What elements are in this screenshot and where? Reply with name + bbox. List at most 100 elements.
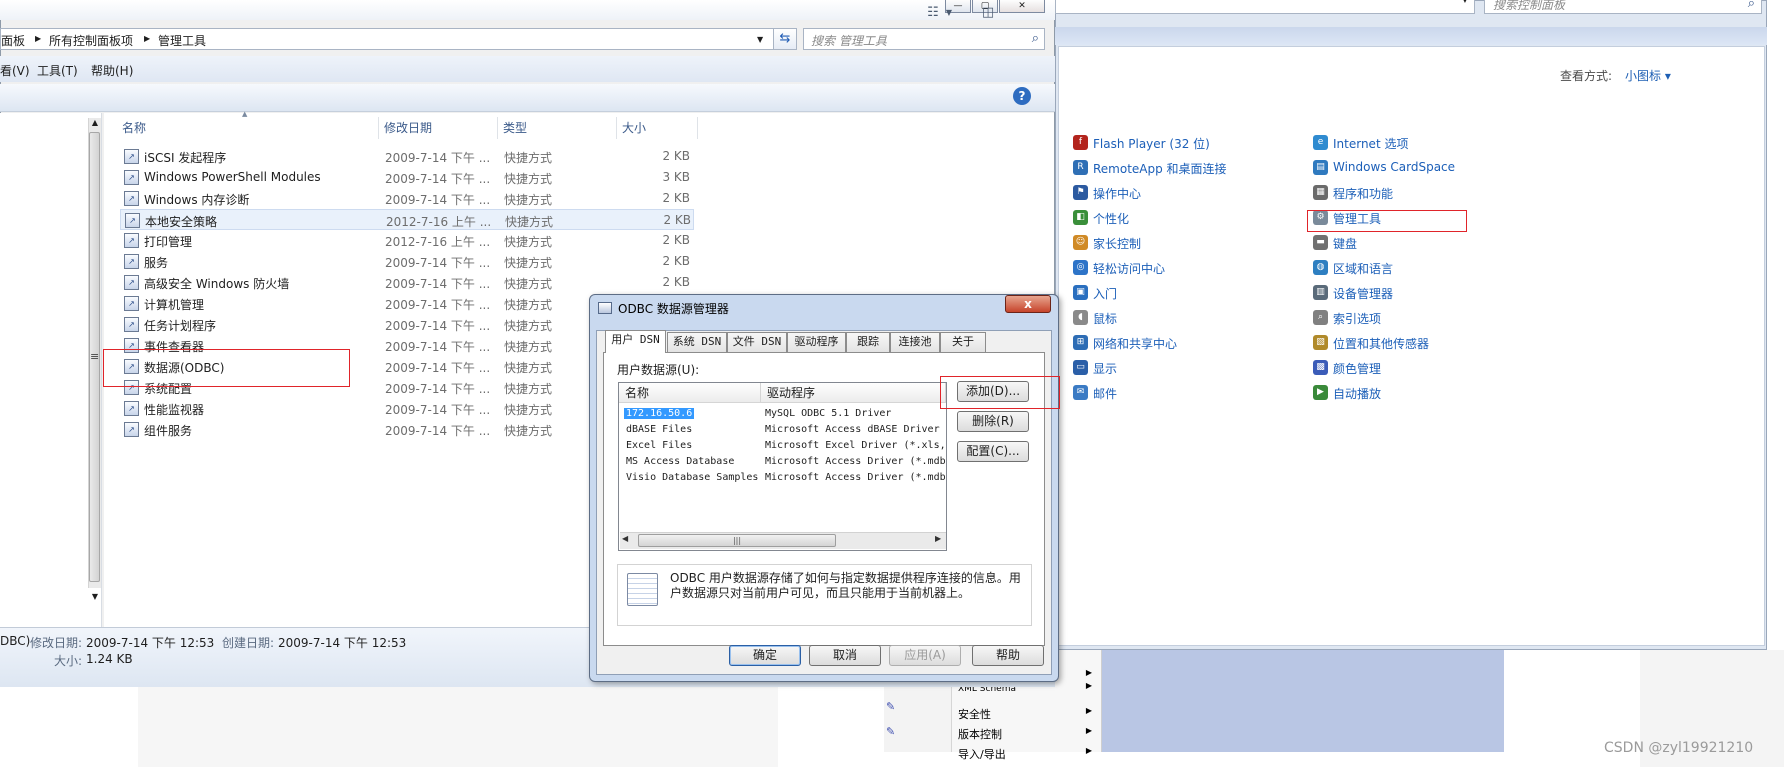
control-panel-item-label: Flash Player (32 位) xyxy=(1093,137,1210,151)
menu-help[interactable]: 帮助(H) xyxy=(91,62,133,79)
table-row[interactable]: ↗ iSCSI 发起程序 2009-7-14 下午 ... 快捷方式 2 KB xyxy=(120,146,694,167)
tab-user-dsn[interactable]: 用户 DSN xyxy=(605,330,666,353)
dialog-close-button[interactable]: x xyxy=(1005,295,1051,313)
control-panel-item-icon: ◧ xyxy=(1073,210,1088,225)
tab-file-dsn[interactable]: 文件 DSN xyxy=(727,332,787,352)
file-type: 快捷方式 xyxy=(504,298,553,312)
configure-button[interactable]: 配置(C)... xyxy=(957,441,1029,462)
dsn-row[interactable]: Excel Files Microsoft Excel Driver (*.xls… xyxy=(620,438,946,454)
context-menu-item[interactable]: 导入/导出 ▶ xyxy=(958,746,1098,764)
search-placeholder: 搜索控制面板 xyxy=(1493,0,1566,12)
remove-button[interactable]: 删除(R) xyxy=(957,411,1029,432)
file-size: 2 KB xyxy=(662,191,690,205)
file-size: 2 KB xyxy=(662,149,690,163)
dsn-column-name[interactable]: 名称 xyxy=(619,383,761,403)
address-bar[interactable]: 面板 ▶ 所有控制面板项 ▶ 管理工具 xyxy=(0,28,792,50)
odbc-icon xyxy=(598,302,612,314)
context-menu-item[interactable]: 安全性 ▶ xyxy=(958,706,1098,724)
scroll-down-icon[interactable]: ▼ xyxy=(89,592,101,601)
control-panel-item-label: RemoteApp 和桌面连接 xyxy=(1093,162,1227,176)
table-row[interactable]: ↗ Windows PowerShell Modules 2009-7-14 下午 … xyxy=(120,167,694,188)
control-panel-item-icon: ▶ xyxy=(1313,385,1328,400)
breadcrumb-separator-icon[interactable]: ▶ xyxy=(144,34,150,43)
file-date: 2009-7-14 下午 ... xyxy=(385,256,491,270)
chevron-down-icon[interactable]: ▼ xyxy=(1462,0,1468,4)
control-panel-refresh-button[interactable] xyxy=(1478,0,1482,14)
file-date: 2009-7-14 下午 ... xyxy=(385,193,491,207)
column-header-modified[interactable]: 修改日期 xyxy=(380,117,498,139)
scrollbar-thumb[interactable]: ||| xyxy=(638,534,836,547)
file-type: 快捷方式 xyxy=(504,235,553,249)
scroll-left-icon[interactable]: ◀ xyxy=(622,534,628,543)
breadcrumb-item[interactable]: 面板 xyxy=(1,32,25,49)
breadcrumb-item[interactable]: 管理工具 xyxy=(158,32,206,49)
apply-button[interactable]: 应用(A) xyxy=(889,645,961,666)
breadcrumb-item[interactable]: 所有控制面板项 xyxy=(49,32,133,49)
control-panel-item-icon: ▥ xyxy=(1313,285,1328,300)
file-type: 快捷方式 xyxy=(504,277,553,291)
table-row[interactable]: ↗ Windows 内存诊断 2009-7-14 下午 ... 快捷方式 2 KB xyxy=(120,188,694,209)
table-row[interactable]: ↗ 高级安全 Windows 防火墙 2009-7-14 下午 ... 快捷方式 2 K… xyxy=(120,272,694,293)
dsn-row[interactable]: 172.16.50.6 MySQL ODBC 5.1 Driver xyxy=(620,406,946,422)
view-options-icon[interactable]: ☷ xyxy=(924,5,942,23)
search-icon[interactable]: ⌕ xyxy=(1748,0,1755,11)
shortcut-icon: ↗ xyxy=(124,401,139,416)
file-name: 本地安全策略 xyxy=(145,215,218,229)
cancel-button[interactable]: 取消 xyxy=(809,645,881,666)
shortcut-icon: ↗ xyxy=(124,149,139,164)
search-placeholder: 搜索 管理工具 xyxy=(811,34,887,48)
tab-tracing[interactable]: 跟踪 xyxy=(846,332,890,352)
tab-about[interactable]: 关于 xyxy=(940,332,986,352)
breadcrumb-separator-icon[interactable]: ▶ xyxy=(35,34,41,43)
search-input[interactable]: 搜索 管理工具 ⌕ xyxy=(803,28,1045,50)
file-type: 快捷方式 xyxy=(504,382,553,396)
ok-button[interactable]: 确定 xyxy=(729,645,801,666)
context-menu-item[interactable]: 版本控制 ▶ xyxy=(958,726,1098,744)
scroll-right-icon[interactable]: ▶ xyxy=(935,534,941,543)
table-row[interactable]: ↗ 本地安全策略 2012-7-16 上午 ... 快捷方式 2 KB xyxy=(120,209,694,230)
splitter-grip-icon[interactable]: ≡ xyxy=(90,350,99,363)
column-header-size[interactable]: 大小 xyxy=(618,117,698,139)
file-type: 快捷方式 xyxy=(504,193,553,207)
control-panel-item-label: 位置和其他传感器 xyxy=(1333,337,1430,351)
chevron-down-icon[interactable]: ▼ xyxy=(757,35,763,44)
control-panel-address-bar[interactable]: ▼ xyxy=(1055,0,1475,14)
shortcut-icon: ↗ xyxy=(124,296,139,311)
chevron-down-icon[interactable]: ▼ xyxy=(944,8,954,26)
dsn-row[interactable]: Visio Database Samples Microsoft Access D… xyxy=(620,470,946,486)
info-text: ODBC 用户数据源存储了如何与指定数据提供程序连接的信息。用户数据源只对当前用… xyxy=(670,571,1021,600)
menu-view[interactable]: 看(V) xyxy=(0,62,30,79)
help-icon[interactable]: ? xyxy=(1013,87,1031,105)
tab-connection-pooling[interactable]: 连接池 xyxy=(890,332,940,352)
dsn-row[interactable]: dBASE Files Microsoft Access dBASE Driver xyxy=(620,422,946,438)
menu-tools[interactable]: 工具(T) xyxy=(37,62,78,79)
shortcut-icon: ↗ xyxy=(124,317,139,332)
scroll-up-icon[interactable]: ▲ xyxy=(89,118,101,127)
close-button[interactable]: ✕ xyxy=(999,0,1045,13)
tab-drivers[interactable]: 驱动程序 xyxy=(787,332,846,352)
table-row[interactable]: ↗ 服务 2009-7-14 下午 ... 快捷方式 2 KB xyxy=(120,251,694,272)
column-header-name[interactable]: 名称 xyxy=(118,117,379,139)
file-date: 2009-7-14 下午 ... xyxy=(385,172,491,186)
control-panel-item-label: 程序和功能 xyxy=(1333,187,1394,201)
file-name: Windows 内存诊断 xyxy=(144,193,250,207)
column-header-type[interactable]: 类型 xyxy=(499,117,617,139)
dsn-driver: Microsoft Access Driver (*.mdb xyxy=(765,456,946,467)
dialog-title: ODBC 数据源管理器 xyxy=(618,302,729,316)
view-by-dropdown[interactable]: 小图标 ▾ xyxy=(1625,67,1671,84)
tab-system-dsn[interactable]: 系统 DSN xyxy=(667,332,727,352)
control-panel-toolbar xyxy=(1055,27,1767,45)
control-panel-item-label: 鼠标 xyxy=(1093,312,1118,326)
help-button[interactable]: 帮助 xyxy=(972,645,1044,666)
file-date: 2012-7-16 上午 ... xyxy=(385,235,491,249)
dsn-driver: MySQL ODBC 5.1 Driver xyxy=(765,408,892,419)
control-panel-item-label: 区域和语言 xyxy=(1333,262,1394,276)
refresh-button[interactable]: ⇆ xyxy=(773,28,797,50)
dsn-row[interactable]: MS Access Database Microsoft Access Drive… xyxy=(620,454,946,470)
dsn-column-driver[interactable]: 驱动程序 xyxy=(761,383,946,403)
control-panel-item-icon: ▧ xyxy=(1313,335,1328,350)
control-panel-search-input[interactable]: 搜索控制面板 ⌕ xyxy=(1484,0,1762,14)
search-icon[interactable]: ⌕ xyxy=(1032,31,1039,46)
table-row[interactable]: ↗ 打印管理 2012-7-16 上午 ... 快捷方式 2 KB xyxy=(120,230,694,251)
preview-pane-icon[interactable]: ◫ xyxy=(979,5,997,23)
